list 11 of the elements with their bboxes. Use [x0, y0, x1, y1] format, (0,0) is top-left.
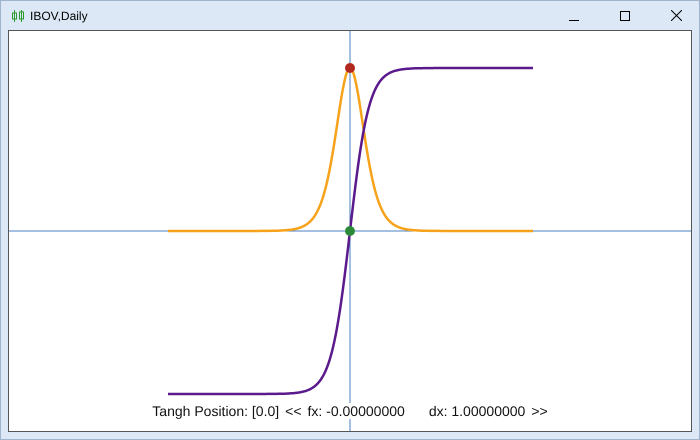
window-title: IBOV,Daily — [30, 8, 88, 22]
peak-point — [345, 63, 355, 73]
position-label: Tangh Position: [0.0] — [152, 403, 280, 419]
maximize-icon — [620, 10, 630, 20]
fx-value: fx: -0.00000000 — [308, 403, 405, 419]
close-icon — [670, 10, 682, 21]
origin-point — [345, 226, 355, 236]
candlestick-icon — [11, 10, 25, 22]
previous-link[interactable]: << — [285, 403, 302, 419]
dx-value: dx: 1.00000000 — [428, 403, 526, 419]
next-link[interactable]: >> — [531, 403, 548, 419]
